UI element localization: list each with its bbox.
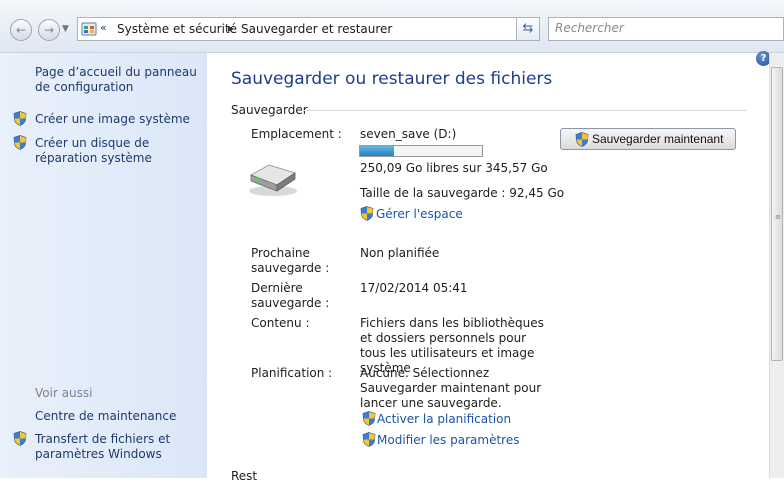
breadcrumb-arrow-icon[interactable]: ▶ bbox=[228, 24, 234, 33]
see-also-heading: Voir aussi bbox=[35, 386, 93, 400]
next-backup-value: Non planifiée bbox=[360, 246, 440, 260]
control-panel-icon bbox=[81, 22, 97, 36]
backup-size-text: Taille de la sauvegarde : 92,45 Go bbox=[360, 186, 565, 200]
location-value: seven_save (D:) bbox=[360, 127, 457, 141]
search-box[interactable] bbox=[548, 17, 784, 41]
address-bar[interactable]: « Système et sécurité ▶ Sauvegarder et r… bbox=[77, 17, 540, 41]
refresh-button[interactable]: ⇆ bbox=[516, 17, 540, 41]
shield-icon bbox=[575, 132, 589, 147]
control-panel-home-link[interactable]: Page d’accueil du panneau de configurati… bbox=[35, 65, 200, 95]
backup-now-button[interactable]: Sauvegarder maintenant bbox=[560, 128, 736, 150]
last-backup-value: 17/02/2014 05:41 bbox=[360, 281, 468, 295]
contents-label: Contenu : bbox=[251, 316, 310, 330]
activate-schedule-link[interactable]: Activer la planification bbox=[377, 412, 511, 427]
search-input[interactable] bbox=[549, 18, 761, 38]
shield-icon bbox=[360, 206, 374, 221]
last-backup-label: Dernière sauvegarde : bbox=[251, 281, 330, 310]
disk-usage-fill bbox=[360, 146, 395, 156]
backup-now-label: Sauvegarder maintenant bbox=[592, 132, 724, 146]
shield-icon bbox=[362, 411, 376, 426]
forward-button[interactable]: → bbox=[38, 19, 60, 41]
shield-icon bbox=[13, 431, 27, 446]
chevron-down-icon: ▼ bbox=[62, 24, 69, 34]
action-center-link[interactable]: Centre de maintenance bbox=[35, 409, 200, 424]
change-settings-link[interactable]: Modifier les paramètres bbox=[377, 433, 519, 448]
left-task-pane: Page d’accueil du panneau de configurati… bbox=[0, 53, 207, 478]
page-title: Sauvegarder ou restaurer des fichiers bbox=[231, 69, 553, 89]
shield-icon bbox=[362, 432, 376, 447]
section-divider bbox=[303, 110, 747, 111]
manage-space-link[interactable]: Gérer l'espace bbox=[376, 207, 463, 222]
disk-usage-bar bbox=[359, 145, 483, 157]
breadcrumb-backup-restore[interactable]: Sauvegarder et restaurer bbox=[241, 22, 392, 36]
schedule-label: Planification : bbox=[251, 366, 333, 380]
breadcrumb-overflow[interactable]: « bbox=[100, 21, 107, 34]
back-arrow-icon: ← bbox=[15, 23, 27, 37]
location-label: Emplacement : bbox=[251, 127, 342, 141]
back-button[interactable]: ← bbox=[10, 19, 32, 41]
next-backup-label: Prochaine sauvegarde : bbox=[251, 246, 330, 275]
scrollbar-thumb[interactable]: ≡ bbox=[771, 67, 783, 361]
hard-drive-icon bbox=[249, 164, 297, 196]
restore-section-heading: Rest bbox=[231, 469, 258, 483]
breadcrumb-system-security[interactable]: Système et sécurité bbox=[117, 22, 237, 36]
refresh-icon: ⇆ bbox=[522, 21, 534, 36]
shield-icon bbox=[13, 135, 27, 150]
vertical-scrollbar[interactable]: ≡ bbox=[769, 53, 784, 478]
forward-arrow-icon: → bbox=[43, 23, 55, 37]
free-space-text: 250,09 Go libres sur 345,57 Go bbox=[360, 161, 548, 175]
create-repair-disc-link[interactable]: Créer un disque de réparation système bbox=[35, 136, 200, 166]
shield-icon bbox=[13, 111, 27, 126]
create-system-image-link[interactable]: Créer une image système bbox=[35, 112, 200, 127]
address-toolbar: ← → ▼ « Système et sécurité ▶ Sauvegarde… bbox=[0, 0, 784, 53]
schedule-value: Aucune. Sélectionnez Sauvegarder mainten… bbox=[360, 366, 542, 410]
windows-easy-transfer-link[interactable]: Transfert de fichiers et paramètres Wind… bbox=[35, 432, 200, 462]
backup-section-heading: Sauvegarder bbox=[231, 103, 308, 117]
scrollbar-grip-icon: ≡ bbox=[775, 213, 781, 221]
main-content: Sauvegarder ou restaurer des fichiers Sa… bbox=[207, 53, 769, 483]
recent-pages-dropdown[interactable]: ▼ bbox=[62, 24, 69, 34]
